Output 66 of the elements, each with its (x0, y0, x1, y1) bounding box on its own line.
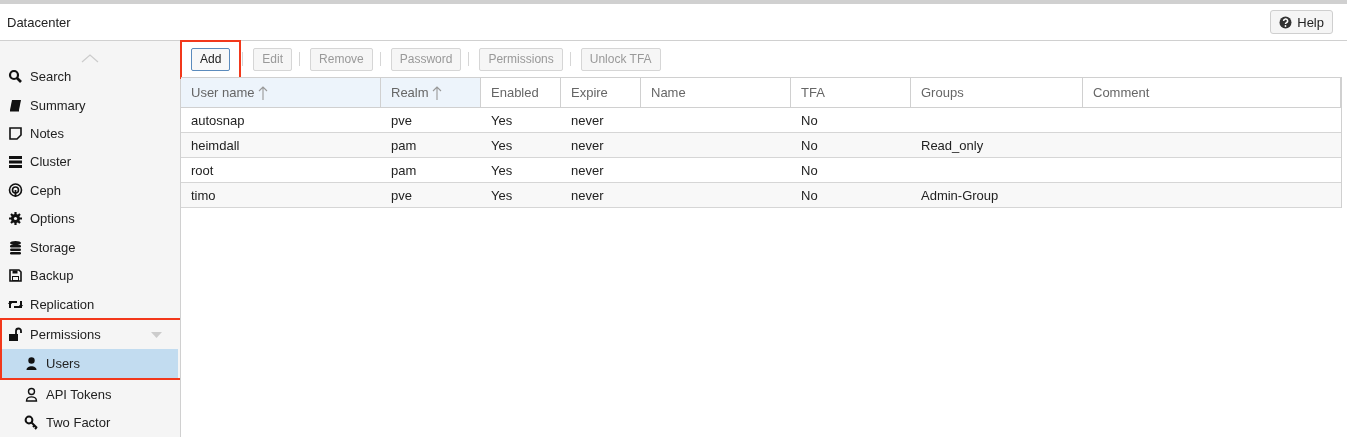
table-cell: Admin-Group (911, 183, 1083, 208)
item-label: Ceph (30, 182, 62, 198)
table-cell: No (791, 183, 911, 208)
item-label: Backup (30, 268, 74, 284)
table-cell: Yes (481, 183, 561, 208)
toolbar-button[interactable]: Add (191, 47, 231, 71)
sidebar-item[interactable]: Users (2, 349, 178, 379)
sort-ascending-icon (431, 85, 442, 100)
item-label: Replication (30, 296, 95, 312)
note-icon (8, 126, 23, 142)
column-header[interactable]: TFA (791, 78, 911, 108)
column-header[interactable]: Realm (381, 78, 481, 108)
table-cell: pam (381, 133, 481, 158)
table-row[interactable]: timo pve Yes never No Admin-Group (181, 183, 1341, 208)
sidebar-item[interactable]: Two Factor (0, 408, 180, 437)
table-cell: timo (181, 183, 381, 208)
item-label: Two Factor (46, 415, 111, 431)
column-header[interactable]: User name (181, 78, 381, 108)
item-label: Permissions (30, 327, 101, 343)
item-label: API Tokens (46, 386, 112, 402)
user-icon (24, 356, 39, 372)
item-label: Summary (30, 97, 86, 113)
table-row[interactable]: heimdall pam Yes never No Read_only (181, 133, 1341, 158)
window-title: Datacenter (7, 14, 71, 30)
column-header[interactable]: Enabled (481, 78, 561, 108)
help-button[interactable]: Help (1270, 10, 1333, 34)
sidebar-item[interactable]: Permissions (2, 320, 180, 350)
table-cell: heimdall (181, 133, 381, 158)
column-header[interactable]: Expire (561, 78, 641, 108)
table-cell: Read_only (911, 133, 1083, 158)
table-cell: pve (381, 183, 481, 208)
table-cell: never (561, 183, 641, 208)
column-header[interactable]: Comment (1083, 78, 1341, 108)
sort-ascending-icon (257, 85, 268, 100)
search-icon (8, 69, 23, 85)
table-cell: never (561, 133, 641, 158)
sidebar-item[interactable]: Cluster (0, 147, 180, 177)
database-icon (8, 239, 23, 255)
sidebar-item[interactable]: Notes (0, 119, 180, 148)
server-stack-icon (8, 154, 23, 170)
book-icon (8, 97, 23, 113)
settings-icon (8, 211, 23, 227)
key-icon (24, 415, 39, 431)
sidebar-item[interactable]: Storage (0, 233, 180, 262)
item-label: Notes (30, 126, 64, 142)
sidebar-item[interactable]: Summary (0, 90, 180, 120)
sidebar-item[interactable]: Replication (0, 289, 180, 319)
sidebar-item[interactable]: Backup (0, 261, 180, 290)
table-cell: Yes (481, 133, 561, 158)
scroll-up-icon[interactable] (81, 53, 99, 63)
sidebar-item[interactable]: Search (0, 62, 180, 91)
item-label: Storage (30, 239, 76, 255)
sidebar-item[interactable]: Options (0, 204, 180, 233)
item-label: Options (30, 211, 75, 227)
column-header[interactable]: Groups (911, 78, 1083, 108)
item-label: Cluster (30, 154, 72, 170)
item-label: Search (30, 69, 72, 85)
sidebar-item[interactable]: Ceph (0, 176, 180, 205)
unlocked-padlock-icon (8, 327, 23, 343)
item-label: Users (46, 356, 80, 372)
sidebar-item[interactable]: API Tokens (0, 380, 180, 409)
user-outline-icon (24, 386, 39, 402)
collapse-caret-icon[interactable] (151, 331, 162, 338)
table-cell: No (791, 133, 911, 158)
question-circle-icon (1279, 15, 1293, 29)
column-header[interactable]: Name (641, 78, 791, 108)
